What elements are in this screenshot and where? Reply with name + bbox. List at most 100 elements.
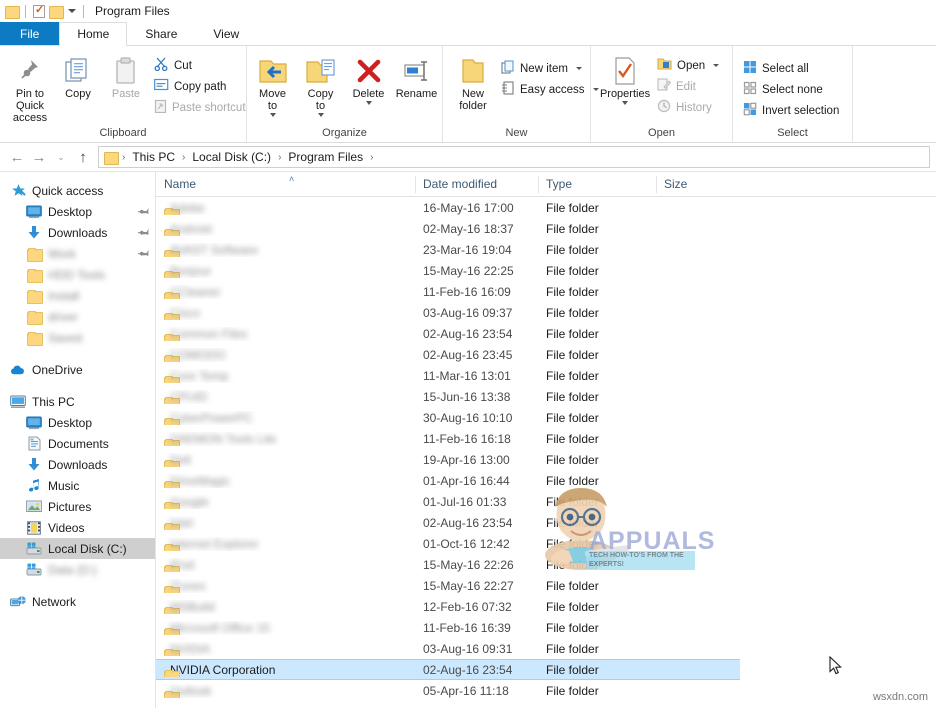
edit-button[interactable]: Edit [653,76,723,97]
column-header-name[interactable]: Name ˄ [156,172,415,197]
sidebar-item-desktop[interactable]: Desktop [0,412,155,433]
tab-share[interactable]: Share [127,22,195,45]
sidebar-item-this-pc[interactable]: This PC [0,391,155,412]
table-row[interactable]: iTunes 15-May-16 22:27 File folder [156,575,936,596]
tab-view[interactable]: View [195,22,257,45]
table-row[interactable]: Intel 02-Aug-16 23:54 File folder [156,512,936,533]
chevron-down-icon[interactable] [269,113,276,117]
column-header-type[interactable]: Type [538,172,656,197]
file-type-cell: File folder [546,641,599,656]
sidebar-item-data-d[interactable]: Data (D:) [0,559,155,580]
sidebar-item-work[interactable]: Work [0,243,155,264]
copy-to-button[interactable]: Copy to [297,52,345,119]
breadcrumb-separator[interactable]: › [120,152,127,163]
table-row[interactable]: CyberPowerPC 30-Aug-16 10:10 File folder [156,407,936,428]
up-button[interactable]: ↑ [72,146,94,168]
open-button[interactable]: Open [653,55,723,76]
pin-icon[interactable] [135,245,153,263]
recent-locations-button[interactable]: ⌄ [50,146,72,168]
breadcrumb-separator[interactable]: › [180,152,187,163]
table-row[interactable]: Common Files 02-Aug-16 23:54 File folder [156,323,936,344]
easy-access-button[interactable]: Easy access [497,79,603,100]
table-row[interactable]: Android 02-May-16 18:37 File folder [156,218,936,239]
select-all-button[interactable]: Select all [739,58,843,79]
pin-to-quick-access-button[interactable]: Pin to Quick access [6,52,54,126]
breadcrumb-item-program-files[interactable]: Program Files [286,150,365,164]
sidebar-item-quick-access[interactable]: Quick access [0,180,155,201]
properties-button[interactable]: Properties [597,52,653,107]
breadcrumb[interactable]: › This PC › Local Disk (C:) › Program Fi… [98,146,930,168]
table-row[interactable]: Core Temp 11-Mar-16 13:01 File folder [156,365,936,386]
quick-access-toolbar[interactable] [5,3,87,19]
properties-icon[interactable] [33,3,45,18]
pin-icon[interactable] [135,203,153,221]
sidebar-item-documents[interactable]: Documents [0,433,155,454]
breadcrumb-separator[interactable]: › [368,152,375,163]
chevron-down-icon[interactable] [575,67,582,70]
history-button[interactable]: History [653,97,723,118]
column-header-date-modified[interactable]: Date modified [415,172,538,197]
chevron-down-icon[interactable] [365,101,372,105]
tab-file[interactable]: File [0,22,60,45]
sidebar-item-onedrive[interactable]: OneDrive [0,359,155,380]
sidebar-item-saved[interactable]: Saved [0,327,155,348]
table-row[interactable]: Google 01-Jul-16 01:33 File folder [156,491,936,512]
sidebar-item-driver[interactable]: driver [0,306,155,327]
table-row[interactable]: DriveMagic 01-Apr-16 16:44 File folder [156,470,936,491]
table-row[interactable]: Internet Explorer 01-Oct-16 12:42 File fol… [156,533,936,554]
new-folder-icon[interactable] [49,5,64,19]
chevron-down-icon[interactable] [317,113,324,117]
chevron-down-icon[interactable] [622,101,628,105]
table-row[interactable]: COMODO 02-Aug-16 23:45 File folder [156,344,936,365]
breadcrumb-separator[interactable]: › [276,152,283,163]
forward-button[interactable]: → [28,146,50,168]
breadcrumb-item-local-disk[interactable]: Local Disk (C:) [190,150,273,164]
copy-button[interactable]: Copy [54,52,102,102]
table-row[interactable]: iPod 15-May-16 22:26 File folder [156,554,936,575]
tab-home[interactable]: Home [59,22,128,46]
table-row[interactable]: AVAST Software 23-Mar-16 19:04 File folder [156,239,936,260]
sidebar-item-music[interactable]: Music [0,475,155,496]
new-folder-button[interactable]: New folder [449,52,497,114]
sidebar-item-local-disk-c[interactable]: Local Disk (C:) [0,538,155,559]
sidebar-item-hdd-tools[interactable]: HDD Tools [0,264,155,285]
paste-button[interactable]: Paste [102,52,150,102]
table-row[interactable]: Cisco 03-Aug-16 09:37 File folder [156,302,936,323]
invert-selection-button[interactable]: Invert selection [739,100,843,121]
table-row[interactable]: Bonjour 15-May-16 22:25 File folder [156,260,936,281]
sidebar-item-pictures[interactable]: Pictures [0,496,155,517]
cut-button[interactable]: Cut [150,55,250,76]
table-row[interactable]: NVIDIA 03-Aug-16 09:31 File folder [156,638,936,659]
new-item-button[interactable]: New item [497,58,603,79]
chevron-down-icon[interactable] [713,64,720,67]
table-row[interactable]: MSBuild 12-Feb-16 07:32 File folder [156,596,936,617]
delete-button[interactable]: Delete [345,52,393,107]
rename-button[interactable]: Rename [393,52,441,102]
file-name-label: Common Files [170,326,248,341]
table-row[interactable]: Adobe 16-May-16 17:00 File folder [156,197,936,218]
sidebar-item-videos[interactable]: Videos [0,517,155,538]
copy-path-button[interactable]: Copy path [150,76,250,97]
breadcrumb-item-this-pc[interactable]: This PC [130,150,177,164]
table-row[interactable]: Dell 19-Apr-16 13:00 File folder [156,449,936,470]
file-name-cell: Cisco [156,306,415,320]
sidebar-item-desktop[interactable]: Desktop [0,201,155,222]
table-row[interactable]: Outlook 05-Apr-16 11:18 File folder [156,680,936,701]
table-row[interactable]: Microsoft Office 15 11-Feb-16 16:39 File f… [156,617,936,638]
table-row[interactable]: CCleaner 11-Feb-16 16:09 File folder [156,281,936,302]
sidebar-item-network[interactable]: Network [0,591,155,612]
table-row[interactable]: NVIDIA Corporation 02-Aug-16 23:54 File fo… [156,659,740,680]
chevron-down-icon[interactable] [68,9,76,13]
back-button[interactable]: ← [6,146,28,168]
column-header-size[interactable]: Size [656,172,728,197]
folder-icon[interactable] [5,5,20,19]
pin-icon[interactable] [135,224,153,242]
table-row[interactable]: DAEMON Tools Lite 11-Feb-16 16:18 File fol… [156,428,936,449]
table-row[interactable]: CPUID 15-Jun-16 13:38 File folder [156,386,936,407]
paste-shortcut-button[interactable]: Paste shortcut [150,97,250,118]
sidebar-item-downloads[interactable]: Downloads [0,454,155,475]
sidebar-item-downloads[interactable]: Downloads [0,222,155,243]
select-none-button[interactable]: Select none [739,79,843,100]
move-to-button[interactable]: Move to [249,52,297,119]
sidebar-item-install[interactable]: Install [0,285,155,306]
